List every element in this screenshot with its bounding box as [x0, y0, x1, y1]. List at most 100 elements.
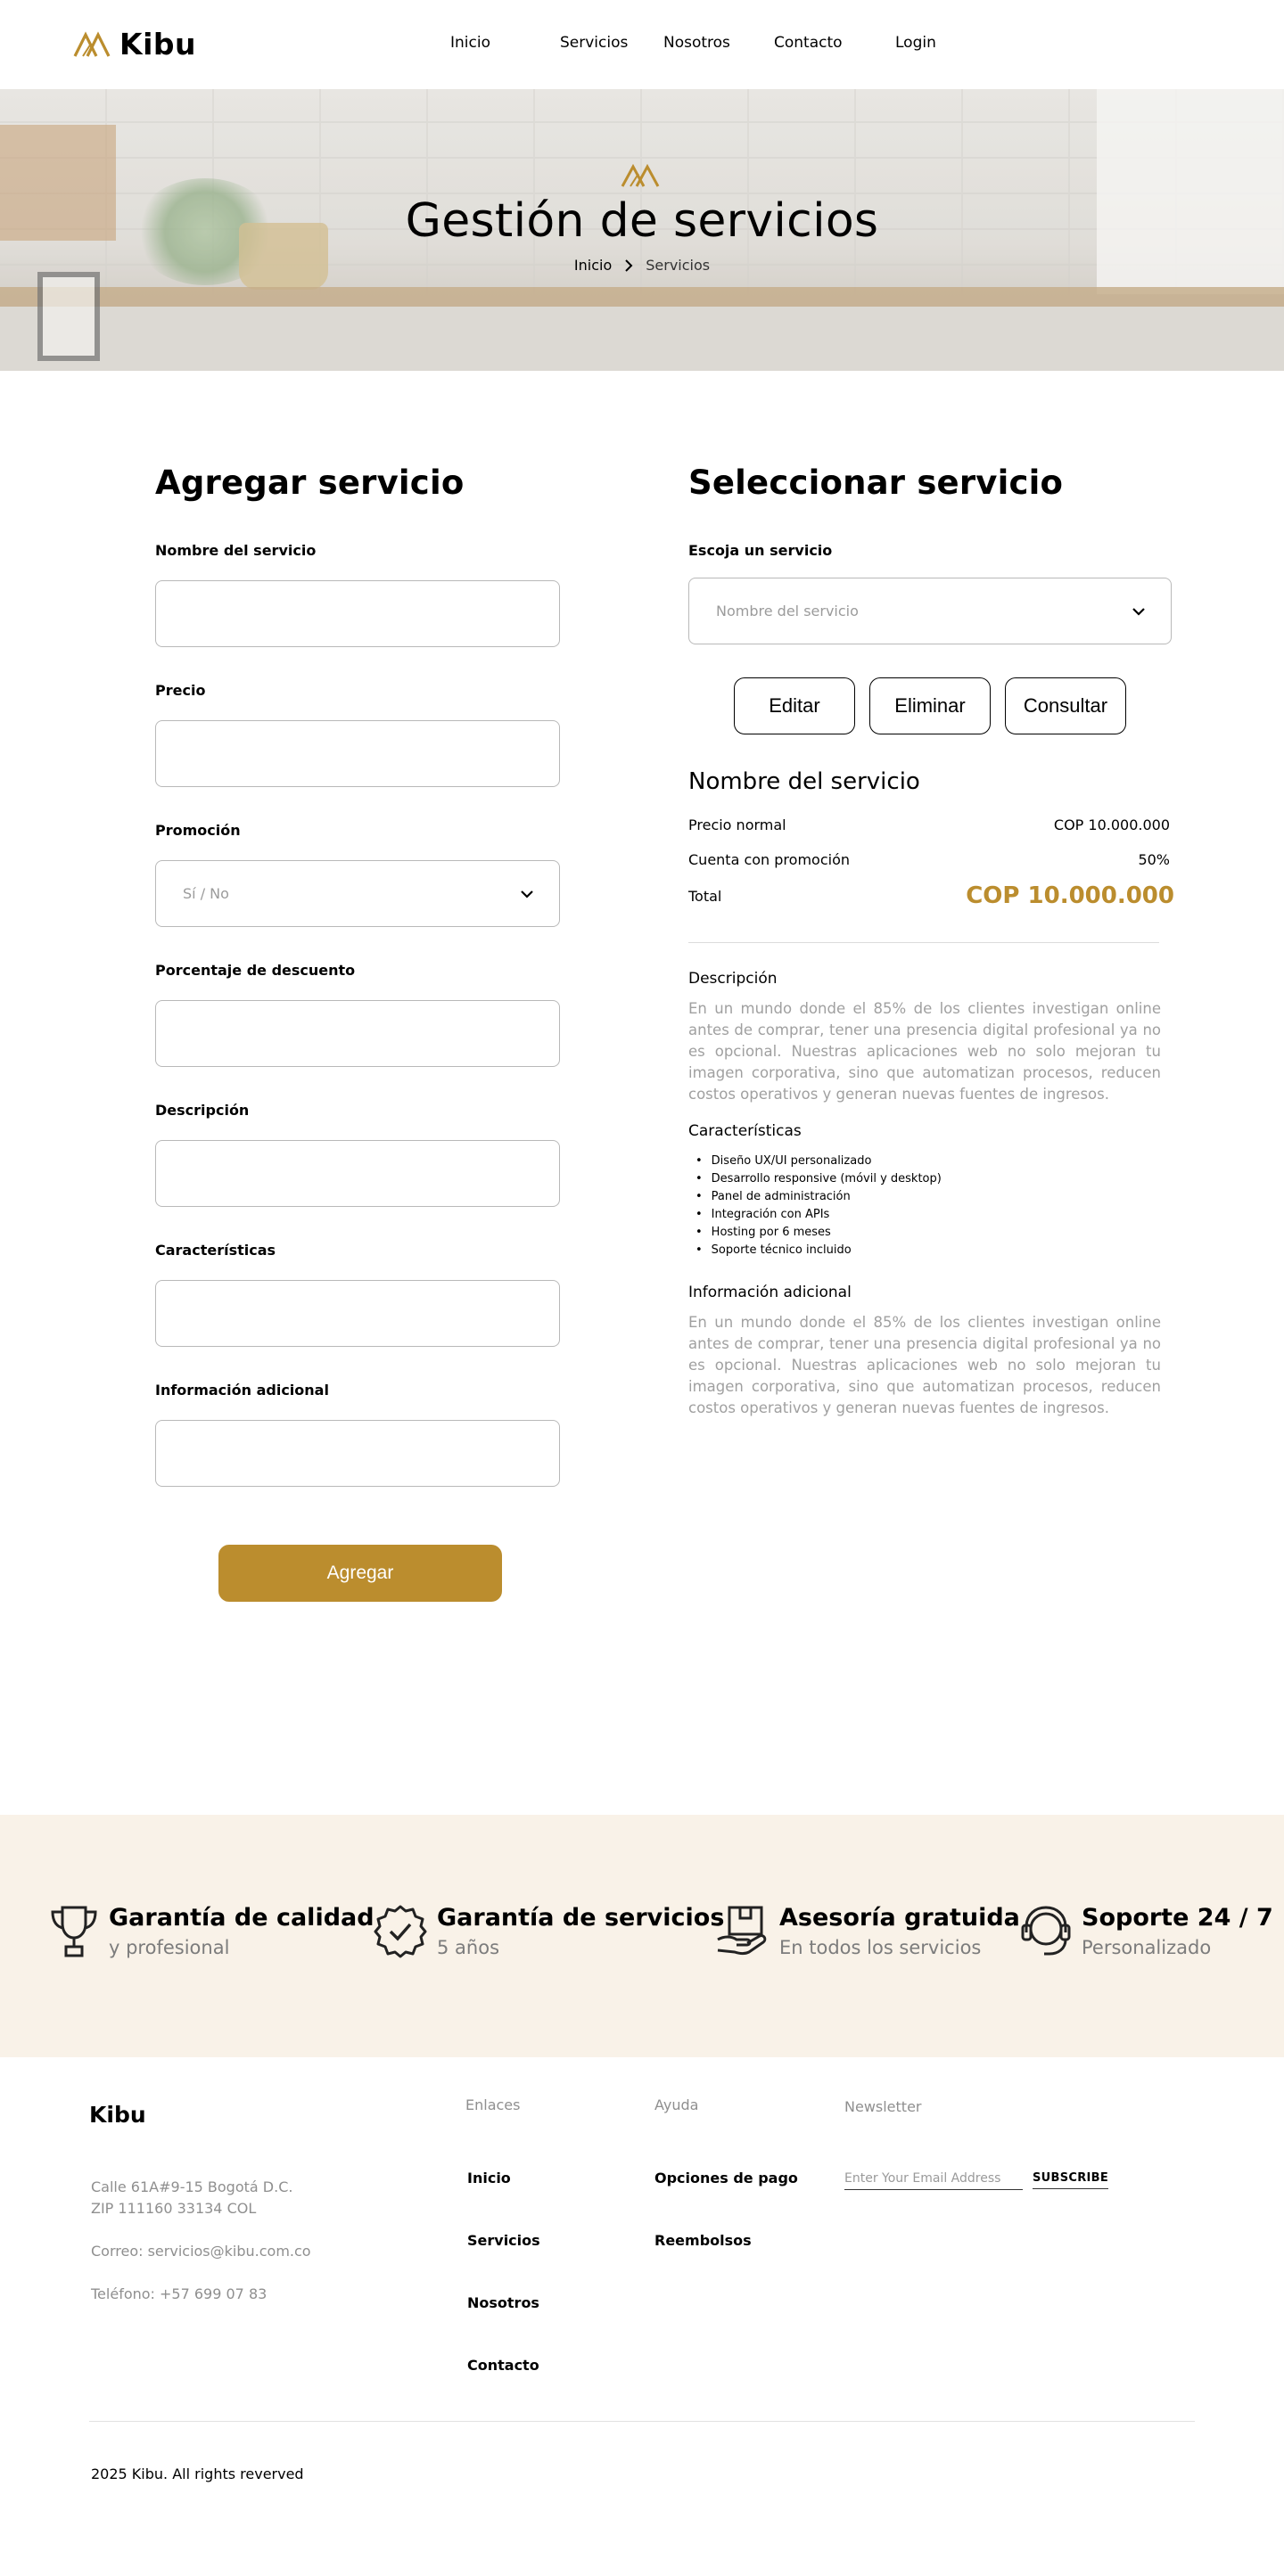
- select-service-title: Seleccionar servicio: [688, 464, 1064, 502]
- feature-item: Desarrollo responsive (móvil y desktop): [696, 1170, 942, 1188]
- field-label-promo: Promoción: [155, 822, 241, 839]
- promo-label: Cuenta con promoción: [688, 851, 850, 868]
- nav-link-contacto[interactable]: Contacto: [774, 34, 843, 52]
- chevron-down-icon: [1132, 607, 1145, 616]
- add-service-form: Agregar servicio Nombre del servicio Pre…: [155, 464, 562, 1487]
- footer-link-servicios[interactable]: Servicios: [467, 2232, 540, 2249]
- newsletter-email-input[interactable]: Enter Your Email Address: [844, 2171, 1023, 2190]
- footer-link-inicio[interactable]: Inicio: [467, 2170, 511, 2186]
- features-title: Características: [688, 1122, 802, 1140]
- footer-phone: Teléfono: +57 699 07 83: [91, 2285, 268, 2302]
- promo-value: 50%: [1138, 851, 1170, 868]
- brand-logo[interactable]: Kibu: [73, 27, 196, 62]
- promo-row: Cuenta con promoción 50%: [688, 851, 1174, 868]
- benefit-subtitle: y profesional: [109, 1937, 230, 1958]
- kibu-mark-icon: [621, 163, 660, 187]
- footer-link-contacto[interactable]: Contacto: [467, 2357, 539, 2374]
- breadcrumb-home[interactable]: Inicio: [574, 257, 612, 274]
- benefit-title: Soporte 24 / 7: [1082, 1904, 1273, 1932]
- nav-link-login[interactable]: Login: [895, 34, 936, 52]
- benefit-services: Garantía de servicios 5 años: [373, 1904, 724, 1959]
- description-text: En un mundo donde el 85% de los clientes…: [688, 1000, 1161, 1103]
- features-input[interactable]: [155, 1280, 560, 1347]
- copyright: 2025 Kibu. All rights reverved: [91, 2465, 304, 2482]
- benefit-quality: Garantía de calidad y profesional: [48, 1904, 374, 1959]
- field-label-features: Características: [155, 1242, 276, 1259]
- service-name-input[interactable]: [155, 580, 560, 647]
- subscribe-button[interactable]: SUBSCRIBE: [1033, 2171, 1109, 2189]
- add-service-button[interactable]: Agregar: [218, 1545, 502, 1602]
- nav-link-nosotros[interactable]: Nosotros: [663, 34, 730, 52]
- promo-select[interactable]: Sí / No: [155, 860, 560, 927]
- benefit-support: Soporte 24 / 7 Personalizado: [1019, 1904, 1273, 1959]
- features-list: Diseño UX/UI personalizado Desarrollo re…: [696, 1153, 942, 1259]
- hero-content: Gestión de servicios Inicio Servicios: [0, 162, 1284, 274]
- site-footer: Kibu Calle 61A#9-15 Bogotá D.C. ZIP 1111…: [0, 2057, 1284, 2533]
- edit-button[interactable]: Editar: [734, 677, 855, 734]
- description-title: Descripción: [688, 970, 778, 988]
- field-label-discount: Porcentaje de descuento: [155, 962, 356, 979]
- feature-item: Soporte técnico incluido: [696, 1242, 942, 1259]
- benefit-consulting: Asesoría gratuida En todos los servicios: [715, 1904, 1020, 1959]
- field-label-name: Nombre del servicio: [155, 542, 317, 559]
- promo-select-placeholder: Sí / No: [183, 885, 229, 902]
- headset-icon: [1021, 1906, 1071, 1956]
- service-detail-name: Nombre del servicio: [688, 768, 920, 795]
- footer-link-payment-options[interactable]: Opciones de pago: [654, 2170, 798, 2186]
- kibu-logo-icon: [73, 30, 111, 57]
- hero-banner: Gestión de servicios Inicio Servicios: [0, 89, 1284, 371]
- benefit-title: Garantía de servicios: [437, 1904, 725, 1932]
- discount-input[interactable]: [155, 1000, 560, 1067]
- footer-address-line1: Calle 61A#9-15 Bogotá D.C.: [91, 2178, 293, 2195]
- consult-button[interactable]: Consultar: [1005, 677, 1126, 734]
- top-navigation: Kibu Inicio Servicios Nosotros Contacto …: [0, 0, 1284, 89]
- footer-help-title: Ayuda: [654, 2096, 699, 2113]
- field-label-description: Descripción: [155, 1102, 250, 1119]
- total-row: Total COP 10.000.000: [688, 882, 1174, 909]
- trophy-icon: [51, 1906, 97, 1957]
- box-hand-icon: [717, 1906, 767, 1955]
- normal-price-label: Precio normal: [688, 816, 786, 833]
- extra-info-text: En un mundo donde el 85% de los clientes…: [688, 1314, 1161, 1416]
- feature-item: Hosting por 6 meses: [696, 1224, 942, 1242]
- field-description-group: Descripción: [155, 1102, 560, 1207]
- nav-link-inicio[interactable]: Inicio: [450, 34, 490, 52]
- badge-check-icon: [374, 1905, 427, 1958]
- feature-item: Integración con APIs: [696, 1206, 942, 1224]
- divider: [688, 942, 1159, 943]
- footer-address: Calle 61A#9-15 Bogotá D.C. ZIP 111160 33…: [91, 2177, 292, 2219]
- breadcrumb-current: Servicios: [646, 257, 711, 274]
- field-label-price: Precio: [155, 682, 206, 699]
- brand-name: Kibu: [119, 27, 196, 62]
- feature-item: Panel de administración: [696, 1188, 942, 1206]
- field-price-group: Precio: [155, 682, 560, 787]
- delete-button[interactable]: Eliminar: [869, 677, 991, 734]
- description-input[interactable]: [155, 1140, 560, 1207]
- benefits-band: Garantía de calidad y profesional Garant…: [0, 1815, 1284, 2057]
- footer-address-line2: ZIP 111160 33134 COL: [91, 2200, 257, 2217]
- extra-info-input[interactable]: [155, 1420, 560, 1487]
- price-input[interactable]: [155, 720, 560, 787]
- footer-link-nosotros[interactable]: Nosotros: [467, 2294, 539, 2311]
- field-features-group: Características: [155, 1242, 560, 1347]
- field-label-extra: Información adicional: [155, 1382, 329, 1399]
- select-service-panel: Seleccionar servicio Escoja un servicio …: [688, 464, 1174, 1416]
- field-discount-group: Porcentaje de descuento: [155, 962, 560, 1067]
- extra-info-title: Información adicional: [688, 1284, 852, 1301]
- footer-logo[interactable]: Kibu: [89, 2102, 146, 2128]
- footer-email: Correo: servicios@kibu.com.co: [91, 2243, 311, 2260]
- feature-item: Diseño UX/UI personalizado: [696, 1153, 942, 1170]
- newsletter-title: Newsletter: [844, 2098, 922, 2115]
- chevron-right-icon: [625, 258, 633, 272]
- service-select-placeholder: Nombre del servicio: [716, 603, 859, 619]
- service-select[interactable]: Nombre del servicio: [688, 578, 1172, 644]
- nav-link-servicios[interactable]: Servicios: [560, 34, 628, 52]
- benefit-title: Asesoría gratuida: [779, 1904, 1020, 1932]
- chevron-down-icon: [521, 890, 533, 898]
- breadcrumb: Inicio Servicios: [0, 257, 1284, 274]
- footer-divider: [89, 2421, 1195, 2422]
- total-value: COP 10.000.000: [966, 882, 1174, 909]
- field-name-group: Nombre del servicio: [155, 542, 560, 647]
- select-service-label: Escoja un servicio: [688, 542, 833, 559]
- footer-link-refunds[interactable]: Reembolsos: [654, 2232, 752, 2249]
